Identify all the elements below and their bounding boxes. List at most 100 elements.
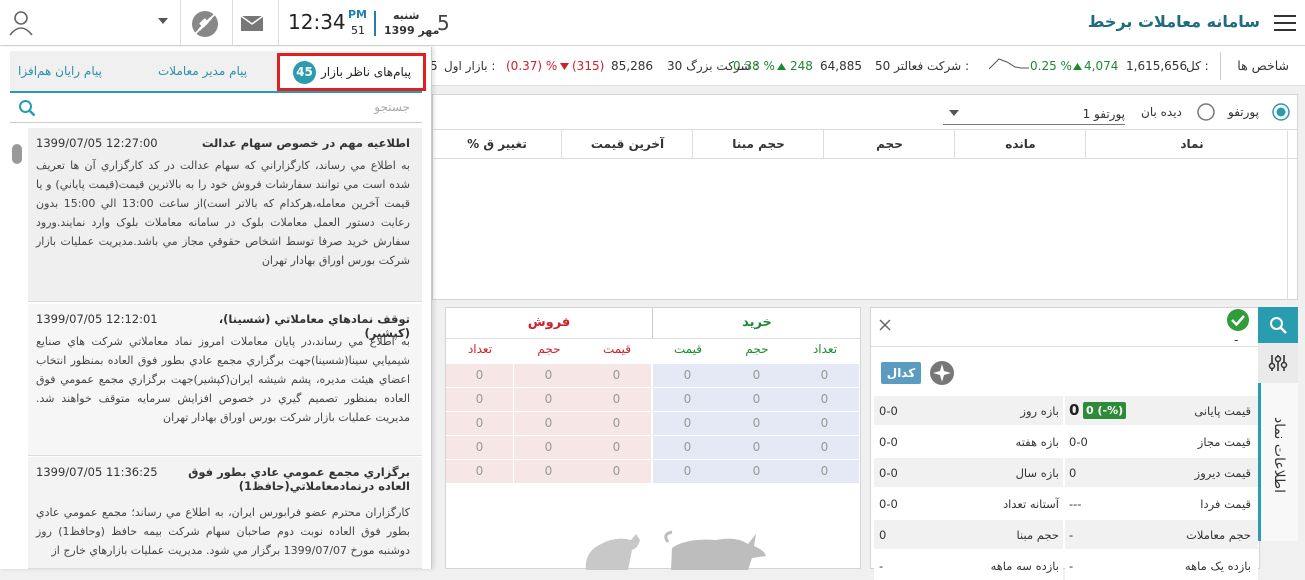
sell-cell: 0 xyxy=(446,412,513,435)
symbol-field-value: - xyxy=(1069,528,1074,542)
buy-cell: 0 xyxy=(653,460,722,483)
message-body: به اطلاع مي رساند، کارگزاراني که سهام عد… xyxy=(36,159,410,267)
sell-cell: 0 xyxy=(582,436,651,459)
filter-tool-button[interactable] xyxy=(1258,343,1298,383)
orderbook-row[interactable]: 000000 xyxy=(446,364,860,387)
star-badge-icon[interactable] xyxy=(929,360,955,386)
col-last-price[interactable]: آخرین قیمت xyxy=(563,130,693,158)
weekday: شنبه xyxy=(393,9,420,22)
closing-price-change-badge: 0 (-%) xyxy=(1083,402,1127,419)
sell-cell: 0 xyxy=(582,364,651,387)
symbol-info-side-tab[interactable]: اطلاعات نماد xyxy=(1258,383,1298,541)
buy-cell: 0 xyxy=(790,412,859,435)
sell-cell: 0 xyxy=(446,436,513,459)
sparkline-icon xyxy=(989,55,1029,71)
clock-time: 12:34 xyxy=(288,10,346,34)
col-base-volume[interactable]: حجم مبنا xyxy=(694,130,824,158)
symbol-field-label: بازه سال xyxy=(1015,466,1059,480)
big-companies-pct: (0.37) % xyxy=(506,59,558,73)
clock-ampm: PM xyxy=(348,8,368,21)
symbol-field-label: قیمت مجاز xyxy=(1197,435,1251,449)
buy-cell: 0 xyxy=(653,364,722,387)
radio-watchlist[interactable] xyxy=(1197,103,1215,121)
message-item[interactable]: توقف نمادهاي معاملاتي (شسينا)،(کپشير) 139… xyxy=(28,304,422,456)
sell-col-price: قیمت xyxy=(602,342,632,356)
buy-cell: 0 xyxy=(790,364,859,387)
menu-icon[interactable] xyxy=(1274,15,1296,31)
portfolio-select[interactable]: پورتفو 1 xyxy=(943,101,1125,125)
symbol-field-label: بازده یک ماهه xyxy=(1184,559,1251,573)
sell-cell: 0 xyxy=(514,436,583,459)
codal-button[interactable]: کدال xyxy=(881,362,921,384)
orderbook-row[interactable]: 000000 xyxy=(446,460,860,483)
chevron-down-icon[interactable] xyxy=(158,18,168,25)
orderbook-row[interactable]: 000000 xyxy=(446,412,860,435)
message-date: 1399/07/05 12:27:00 xyxy=(36,136,158,150)
clock-seconds: 51 xyxy=(351,24,365,37)
symbol-field-label: حجم مبنا xyxy=(1016,528,1059,542)
symbol-field-label: بازه هفته xyxy=(1015,435,1059,449)
symbol-dash: - xyxy=(1234,333,1239,347)
sell-cell: 0 xyxy=(514,388,583,411)
tab-rayan-messages[interactable]: پیام رایان هم‌افزا xyxy=(18,64,102,78)
buy-cell: 0 xyxy=(653,388,722,411)
message-search-box[interactable]: جستجو xyxy=(10,93,422,123)
col-symbol[interactable]: نماد xyxy=(1087,130,1297,158)
radio-portfolio[interactable] xyxy=(1272,103,1290,121)
user-icon[interactable] xyxy=(8,10,34,36)
message-item[interactable]: اطلاعيه مهم در خصوص سهام عدالت 1399/07/05… xyxy=(28,128,422,302)
col-volume[interactable]: حجم xyxy=(825,130,955,158)
buy-cell: 0 xyxy=(653,436,722,459)
top-bar: سامانه معاملات برخط 12:34 PM 51 شنبه 139… xyxy=(0,0,1305,46)
active-companies-change: 248 xyxy=(790,59,813,73)
buy-col-price: قیمت xyxy=(673,342,703,356)
sell-col-volume: حجم xyxy=(537,342,561,356)
buy-cell: 0 xyxy=(722,364,791,387)
scrollbar-thumb[interactable] xyxy=(12,144,22,164)
sell-cell: 0 xyxy=(446,460,513,483)
message-title: اطلاعيه مهم در خصوص سهام عدالت xyxy=(201,136,410,150)
big-companies-change: (315) xyxy=(572,59,605,73)
arrow-up-icon xyxy=(777,63,786,70)
col-change-pct[interactable]: % تغییر ق xyxy=(433,130,562,158)
sell-cell: 0 xyxy=(582,388,651,411)
symbol-field-value: 0-0 xyxy=(879,404,898,418)
sell-cell: 0 xyxy=(582,460,651,483)
messages-panel: پیام رایان هم‌افزا پیام مدیر معاملات 45 … xyxy=(0,47,432,569)
symbol-field-value: 0-0 xyxy=(1069,435,1088,449)
active-companies-text: 50 شرکت فعالتر : xyxy=(875,59,970,73)
symbol-info-panel: - کدال قیمت پایانی بازه روز 0-0 0 0 (-%) قیمت… xyxy=(870,307,1260,580)
symbol-field-label: قیمت دیروز xyxy=(1194,466,1251,480)
month-year: 1399 مهر xyxy=(384,24,440,37)
search-placeholder: جستجو xyxy=(374,100,410,114)
message-body: کارگزاران محترم عضو فرابورس ايران، به اط… xyxy=(36,506,410,557)
orderbook-row[interactable]: 000000 xyxy=(446,388,860,411)
message-body: به اطلاع مي رساند،در پايان معاملات امروز… xyxy=(36,335,410,424)
symbol-info-side-label: اطلاعات نماد xyxy=(1271,416,1287,494)
col-remaining[interactable]: مانده xyxy=(956,130,1086,158)
mail-icon[interactable] xyxy=(241,16,263,31)
orderbook-panel: خرید فروش تعداد حجم قیمت قیمت حجم تعداد … xyxy=(445,307,861,570)
radio-watchlist-label: دیده بان xyxy=(1141,105,1182,119)
tab-market-supervisor-messages[interactable]: 45 پیام‌های ناظر بازار xyxy=(277,53,426,91)
message-title: برگزاري مجمع عمومي عادي بطور فوق العاده … xyxy=(188,465,410,493)
sell-cell: 0 xyxy=(514,412,583,435)
unread-count-badge: 45 xyxy=(293,61,316,84)
sell-cell: 0 xyxy=(514,364,583,387)
close-icon[interactable] xyxy=(879,319,891,331)
message-header: اطلاعيه مهم در خصوص سهام عدالت 1399/07/05… xyxy=(36,136,410,150)
orderbook-row[interactable]: 000000 xyxy=(446,436,860,459)
symbol-field-value: - xyxy=(879,559,884,573)
symbol-field-label: قیمت پایانی xyxy=(1194,404,1251,418)
total-index-pct: 0.25 % xyxy=(1030,59,1072,73)
buy-cell: 0 xyxy=(790,388,859,411)
symbol-field-label: آستانه تعداد xyxy=(1003,497,1059,511)
buy-cell: 0 xyxy=(790,460,859,483)
tab-trade-manager-messages[interactable]: پیام مدیر معاملات xyxy=(158,64,247,78)
closing-price-value: 0 xyxy=(1069,401,1080,419)
symbol-field-label: قیمت فردا xyxy=(1200,497,1251,511)
disconnect-icon[interactable] xyxy=(190,9,220,39)
search-icon xyxy=(18,99,36,117)
message-item[interactable]: برگزاري مجمع عمومي عادي بطور فوق العاده … xyxy=(28,457,422,569)
search-tool-button[interactable] xyxy=(1258,307,1298,343)
